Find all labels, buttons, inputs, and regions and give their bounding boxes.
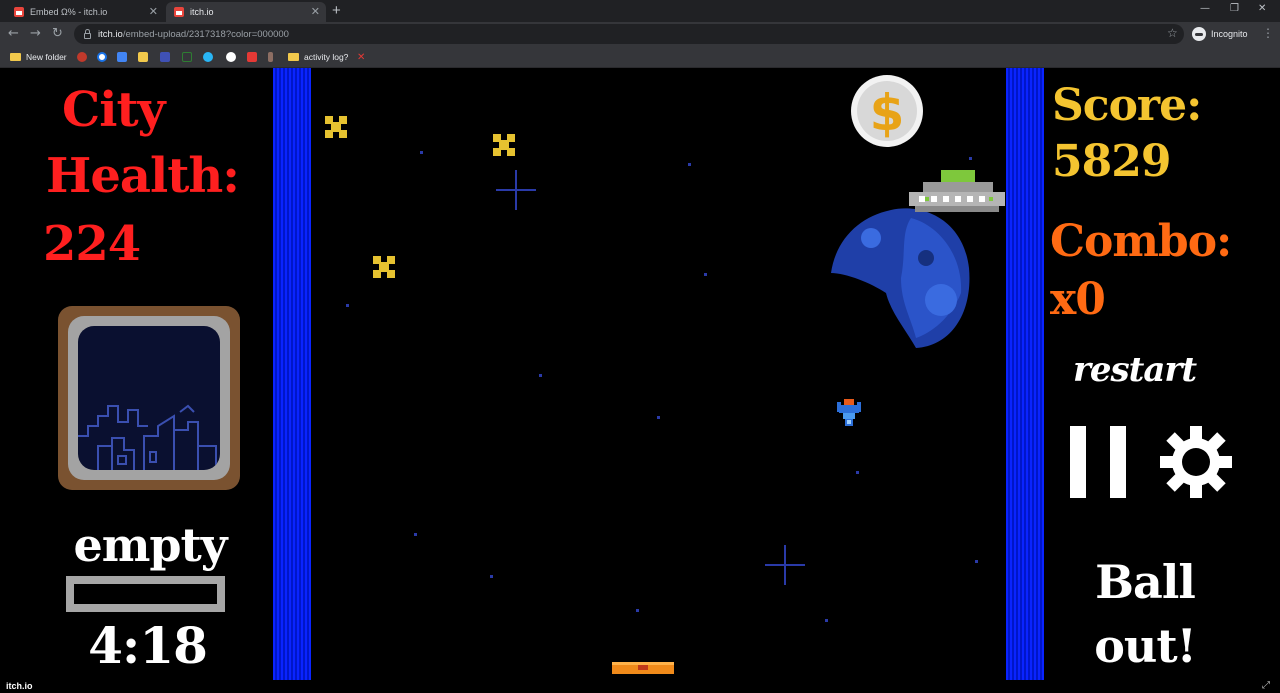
embed-footer: itch.io ⤢ <box>0 680 1280 693</box>
score-value: 5829 <box>1052 136 1171 187</box>
tab-itchio[interactable]: itch.io ✕ <box>166 2 326 22</box>
pause-icon <box>1110 426 1126 498</box>
bookmark-site-icon[interactable] <box>97 52 107 62</box>
right-wall <box>1006 68 1044 680</box>
power-meter <box>66 576 225 612</box>
ball-status: Ball out! <box>1070 550 1220 678</box>
city-monitor <box>58 306 240 490</box>
city-view-screen <box>78 326 220 470</box>
ball-status-line2: out! <box>1094 619 1197 673</box>
game-timer: 4:18 <box>88 616 208 675</box>
gear-icon <box>1160 426 1232 498</box>
bookmark-star-icon[interactable]: ☆ <box>1167 26 1178 40</box>
bookmark-site-icon[interactable] <box>268 52 273 62</box>
tab-title: Embed Ω% - itch.io <box>30 7 108 17</box>
svg-text:$: $ <box>870 84 905 142</box>
settings-button[interactable] <box>1160 426 1232 498</box>
planet-sprite <box>831 208 970 348</box>
bookmarks-bar: New folder activity log? ✕ <box>0 46 1280 68</box>
ufo-sprite <box>909 170 1005 212</box>
playfield-sprites: $ <box>325 75 1005 674</box>
bookmark-youtube-icon[interactable] <box>247 52 257 62</box>
lock-icon <box>84 28 91 39</box>
tab-close-icon[interactable]: ✕ <box>149 5 158 18</box>
score-label: Score: <box>1052 80 1202 131</box>
pause-button[interactable] <box>1068 426 1130 502</box>
left-wall <box>273 68 311 680</box>
combo-value: x0 <box>1050 274 1106 325</box>
restart-button[interactable]: restart <box>1073 350 1197 390</box>
ball-status-line1: Ball <box>1095 555 1196 609</box>
incognito-label: Incognito <box>1211 29 1248 39</box>
folder-icon <box>10 53 21 61</box>
restore-icon[interactable]: ❐ <box>1230 3 1239 14</box>
browser-menu-icon[interactable]: ⋮ <box>1262 26 1274 40</box>
browser-tab-bar: Embed Ω% - itch.io ✕ itch.io ✕ + — ❐ ✕ <box>0 0 1280 22</box>
address-bar[interactable]: itch.io/embed-upload/2317318?color=00000… <box>74 24 1184 44</box>
coin-icon: $ <box>851 75 923 147</box>
ship-sprite <box>837 399 861 426</box>
new-tab-button[interactable]: + <box>332 2 341 19</box>
bookmark-activity-log[interactable]: activity log? <box>288 51 348 63</box>
city-label-line2: Health: <box>46 148 240 204</box>
bookmark-site-icon[interactable] <box>182 52 192 62</box>
city-health-value: 224 <box>43 216 141 272</box>
folder-icon <box>288 53 299 61</box>
fullscreen-icon[interactable]: ⤢ <box>1262 680 1270 691</box>
reload-icon[interactable]: ↻ <box>52 26 63 41</box>
bookmark-site-icon[interactable] <box>203 52 213 62</box>
tab-embed[interactable]: Embed Ω% - itch.io ✕ <box>6 2 164 22</box>
game-canvas[interactable]: City Health: 224 empty 4:18 $ Score: 582… <box>0 68 1280 680</box>
pause-icon <box>1070 426 1086 498</box>
url-host: itch.io <box>98 28 123 40</box>
incognito-icon <box>1192 27 1206 41</box>
itchio-favicon-icon <box>14 7 24 17</box>
playfield[interactable]: $ <box>311 68 1006 680</box>
bookmark-site-icon[interactable] <box>77 52 87 62</box>
itchio-brand-link[interactable]: itch.io <box>6 681 33 691</box>
paddle-sprite[interactable] <box>612 662 674 674</box>
city-label-line1: City <box>62 82 165 138</box>
held-item-label: empty <box>73 518 227 572</box>
address-toolbar: ← → ↻ itch.io/embed-upload/2317318?color… <box>0 22 1280 46</box>
back-icon[interactable]: ← <box>8 26 19 41</box>
bookmark-label: activity log? <box>304 52 349 62</box>
minimize-icon[interactable]: — <box>1200 3 1210 14</box>
combo-label: Combo: <box>1050 216 1232 267</box>
star-powerup <box>325 116 515 278</box>
bookmark-site-icon[interactable] <box>226 52 236 62</box>
url-path: /embed-upload/2317318?color=000000 <box>122 28 289 40</box>
bookmark-new-folder[interactable]: New folder <box>10 51 67 63</box>
close-window-icon[interactable]: ✕ <box>1258 3 1266 14</box>
twinkle-stars <box>496 170 805 585</box>
tab-title: itch.io <box>190 7 214 17</box>
city-skyline-icon <box>78 404 217 470</box>
forward-icon[interactable]: → <box>30 26 41 41</box>
incognito-badge[interactable]: Incognito <box>1192 27 1248 41</box>
tab-close-icon[interactable]: ✕ <box>311 5 320 18</box>
bookmark-site-icon[interactable]: ✕ <box>357 51 365 63</box>
itchio-favicon-icon <box>174 7 184 17</box>
bookmark-site-icon[interactable] <box>138 52 148 62</box>
bookmark-site-icon[interactable] <box>160 52 170 62</box>
bookmark-docs-icon[interactable] <box>117 52 127 62</box>
monitor-bezel <box>68 316 230 480</box>
bookmark-label: New folder <box>26 52 67 62</box>
